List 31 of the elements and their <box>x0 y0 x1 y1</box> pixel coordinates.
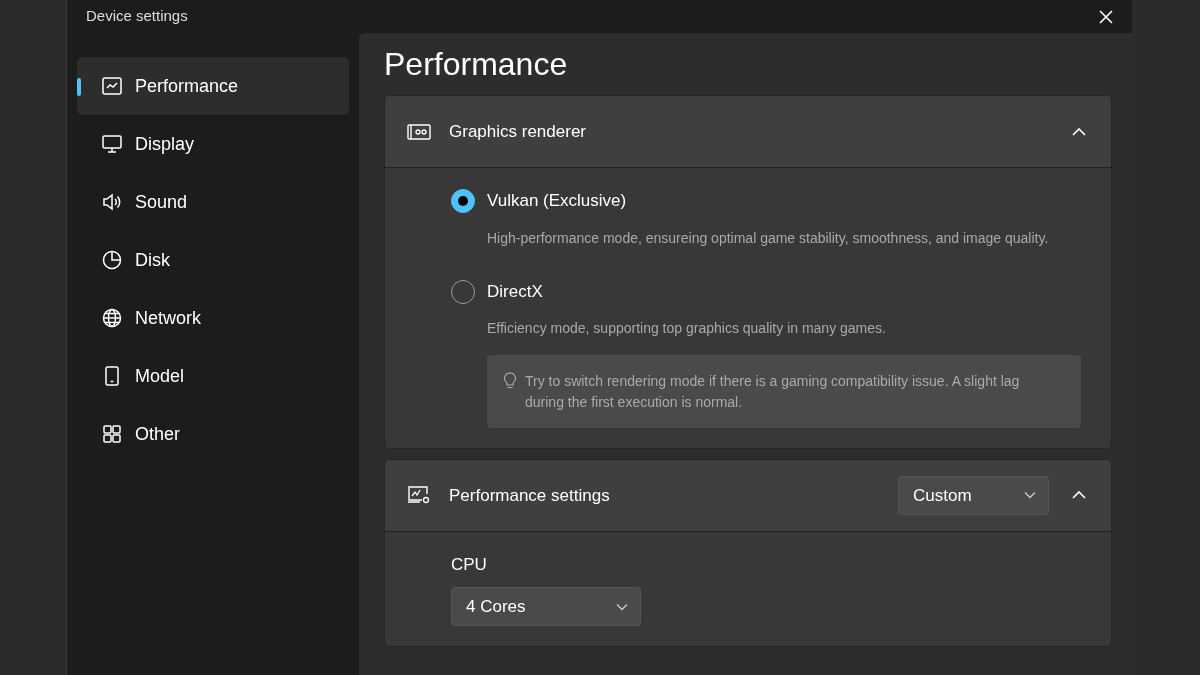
sidebar-item[interactable]: Network <box>77 289 349 347</box>
monitor-gear-icon <box>407 485 431 506</box>
section-title: Performance settings <box>449 484 611 507</box>
caret-icon <box>616 603 628 611</box>
sidebar-item[interactable]: Sound <box>77 173 349 231</box>
globe-icon <box>101 307 123 329</box>
sidebar-item[interactable]: Other <box>77 405 349 463</box>
pie-chart-icon <box>101 249 123 271</box>
grid-icon <box>101 423 123 445</box>
preset-dropdown[interactable]: Custom <box>898 476 1049 515</box>
page-title: Performance <box>384 45 569 84</box>
sidebar-item[interactable]: Disk <box>77 231 349 289</box>
sidebar-item[interactable]: Model <box>77 347 349 405</box>
chart-icon <box>101 75 123 97</box>
option-description: High-performance mode, ensureing optimal game stability, smoothness, and image quality. <box>487 228 1050 248</box>
option-description: Efficiency mode, supporting top graphics quality in many games. <box>487 319 887 339</box>
radio-button[interactable] <box>451 189 475 214</box>
graphics-card-icon <box>407 122 431 141</box>
radio-option[interactable]: DirectX <box>451 278 543 305</box>
cpu-dropdown[interactable]: 4 Cores <box>451 587 641 627</box>
sidebar-item[interactable]: Display <box>77 115 349 173</box>
window-title: Device settings <box>86 6 188 27</box>
speaker-icon <box>101 191 123 213</box>
field-label: CPU <box>451 554 488 576</box>
radio-option[interactable]: Vulkan (Exclusive) <box>451 188 627 214</box>
section-title: Graphics renderer <box>449 121 587 144</box>
lightbulb-icon <box>503 372 517 391</box>
caret-icon <box>1024 491 1036 500</box>
sidebar-item[interactable]: Performance <box>77 57 349 115</box>
monitor-icon <box>101 133 123 155</box>
tip-text: Try to switch rendering mode if there is a gaming compatibility issue. A slight lag during the first execution is normal. <box>525 372 1021 412</box>
